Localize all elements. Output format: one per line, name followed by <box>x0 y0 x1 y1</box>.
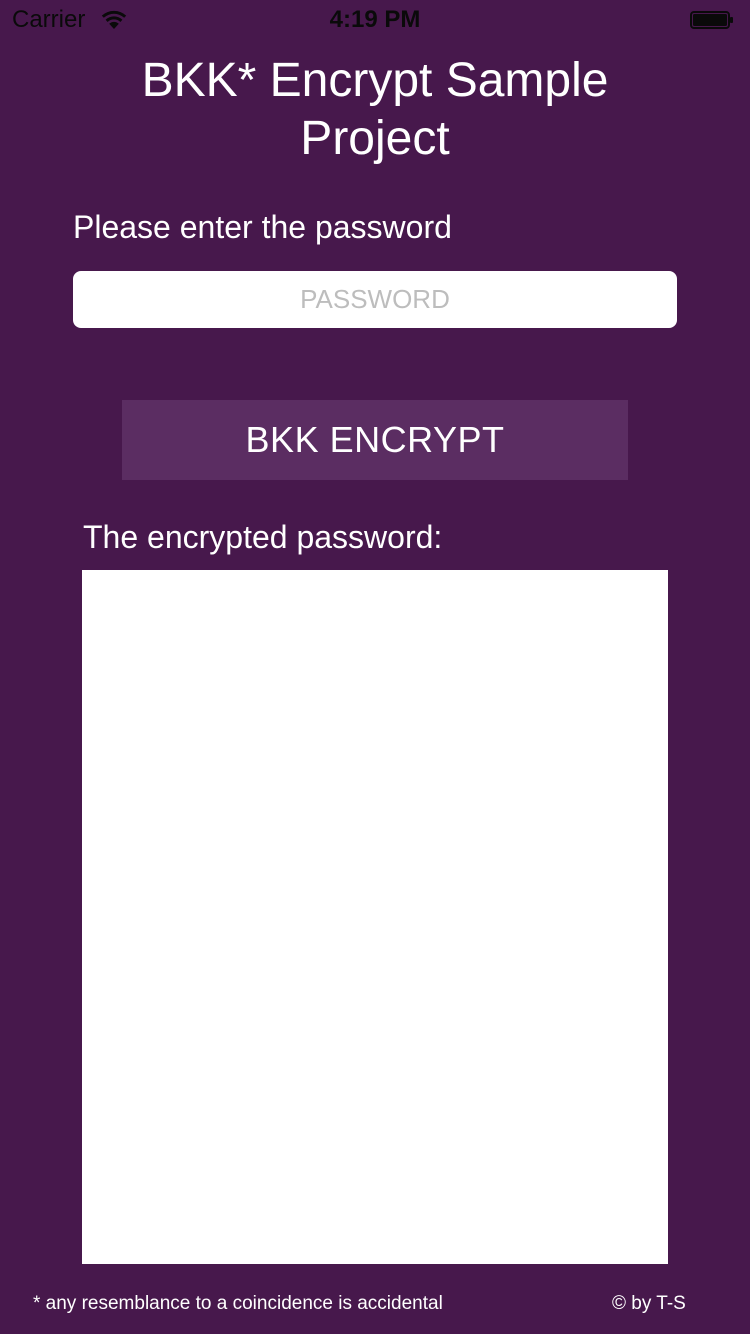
copyright-credit: © by T-S <box>612 1293 686 1314</box>
encrypted-password-output[interactable] <box>82 570 668 1264</box>
page-title: BKK* Encrypt Sample Project <box>141 54 609 165</box>
status-bar: Carrier 4:19 PM <box>0 0 750 40</box>
encrypted-password-label: The encrypted password: <box>83 519 443 555</box>
battery-icon <box>690 11 734 29</box>
password-prompt-label: Please enter the password <box>73 209 452 245</box>
status-time: 4:19 PM <box>329 6 421 33</box>
encrypt-button[interactable]: BKK ENCRYPT <box>122 400 628 480</box>
footnote-disclaimer: * any resemblance to a coincidence is ac… <box>33 1293 443 1314</box>
password-input[interactable] <box>73 271 677 328</box>
